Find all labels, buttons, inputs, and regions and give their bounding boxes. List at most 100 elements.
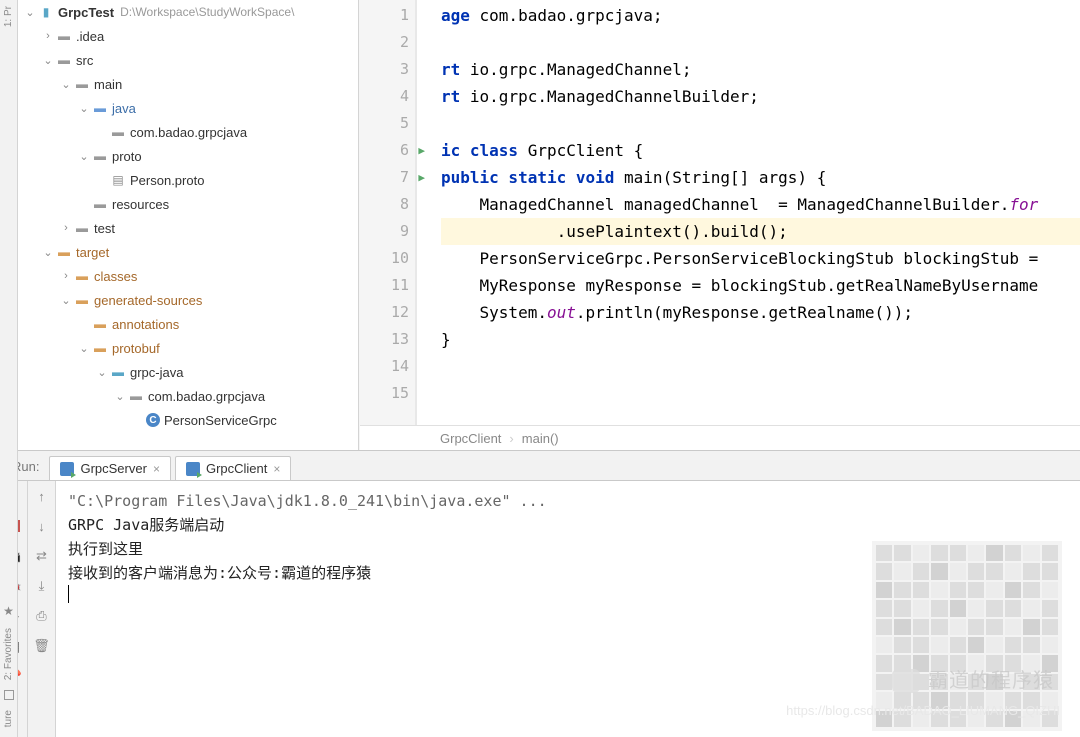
- tree-item[interactable]: ⌄ ▬ grpc-java: [18, 360, 358, 384]
- console-line[interactable]: "C:\Program Files\Java\jdk1.8.0_241\bin\…: [68, 489, 1068, 513]
- tree-item-label: Person.proto: [130, 173, 204, 188]
- chevron-down-icon[interactable]: ⌄: [22, 6, 38, 19]
- line-number[interactable]: 12: [359, 299, 409, 326]
- folder-icon: ▬: [110, 124, 126, 140]
- chevron-down-icon[interactable]: ⌄: [40, 54, 56, 67]
- chevron-down-icon[interactable]: ⌄: [58, 294, 74, 307]
- code-line[interactable]: [441, 110, 1080, 137]
- code-line[interactable]: rt io.grpc.ManagedChannelBuilder;: [441, 83, 1080, 110]
- tree-item[interactable]: ▬ annotations: [18, 312, 358, 336]
- line-number[interactable]: 3: [359, 56, 409, 83]
- left-toolwindow-bar[interactable]: 1: Pr: [0, 0, 18, 450]
- line-number[interactable]: 4: [359, 83, 409, 110]
- chevron-down-icon[interactable]: ⌄: [76, 342, 92, 355]
- down-stack-icon[interactable]: ↓: [33, 517, 51, 535]
- folder-icon: ▬: [74, 268, 90, 284]
- class-icon: C: [146, 413, 160, 427]
- project-tool-label[interactable]: 1: Pr: [3, 6, 14, 27]
- line-number[interactable]: 14: [359, 353, 409, 380]
- code-line[interactable]: ic class GrpcClient {: [441, 137, 1080, 164]
- tree-item[interactable]: › ▬ test: [18, 216, 358, 240]
- console-output[interactable]: "C:\Program Files\Java\jdk1.8.0_241\bin\…: [56, 481, 1080, 737]
- tree-item-label: target: [76, 245, 109, 260]
- tree-item[interactable]: ⌄ ▬ protobuf: [18, 336, 358, 360]
- tree-root-label: GrpcTest: [58, 5, 114, 20]
- folder-icon: ▬: [92, 316, 108, 332]
- tree-item[interactable]: C PersonServiceGrpc: [18, 408, 358, 432]
- line-number[interactable]: 9: [359, 218, 409, 245]
- run-gutter-icon[interactable]: ▶: [418, 137, 425, 164]
- tree-item[interactable]: ⌄ ▬ java: [18, 96, 358, 120]
- tree-item[interactable]: ▬ com.badao.grpcjava: [18, 120, 358, 144]
- tree-item[interactable]: ▬ resources: [18, 192, 358, 216]
- chevron-down-icon[interactable]: ⌄: [76, 102, 92, 115]
- line-number[interactable]: 11: [359, 272, 409, 299]
- code-line[interactable]: public static void main(String[] args) {: [441, 164, 1080, 191]
- run-tab-label: GrpcServer: [80, 461, 146, 476]
- favorites-star-icon[interactable]: ★: [3, 604, 14, 618]
- watermark-url: https://blog.csdn.net/BADAO_LIUMANG_QIZH…: [786, 699, 1060, 723]
- run-tab[interactable]: GrpcClient ×: [175, 456, 291, 480]
- line-number[interactable]: 10: [359, 245, 409, 272]
- close-icon[interactable]: ×: [273, 462, 280, 476]
- tree-item[interactable]: ⌄ ▬ main: [18, 72, 358, 96]
- close-icon[interactable]: ×: [153, 462, 160, 476]
- tree-item[interactable]: ⌄ ▬ target: [18, 240, 358, 264]
- console-line[interactable]: GRPC Java服务端启动: [68, 513, 1068, 537]
- code-line[interactable]: [441, 29, 1080, 56]
- clear-icon[interactable]: 🗑: [33, 637, 51, 655]
- tree-item-label: test: [94, 221, 115, 236]
- code-line[interactable]: }: [441, 326, 1080, 353]
- editor-content[interactable]: age com.badao.grpcjava; rt io.grpc.Manage…: [417, 0, 1080, 450]
- chevron-right-icon[interactable]: ›: [58, 222, 74, 234]
- tree-root[interactable]: ⌄ ▮ GrpcTest D:\Workspace\StudyWorkSpace…: [18, 0, 358, 24]
- code-line[interactable]: System.out.println(myResponse.getRealnam…: [441, 299, 1080, 326]
- tree-item[interactable]: ▤ Person.proto: [18, 168, 358, 192]
- code-line[interactable]: [441, 353, 1080, 380]
- scroll-end-icon[interactable]: ⤓: [33, 577, 51, 595]
- tree-item[interactable]: ⌄ ▬ proto: [18, 144, 358, 168]
- line-number[interactable]: 15: [359, 380, 409, 407]
- structure-label[interactable]: ture: [3, 710, 14, 727]
- code-line[interactable]: age com.badao.grpcjava;: [441, 2, 1080, 29]
- tree-item[interactable]: ⌄ ▬ com.badao.grpcjava: [18, 384, 358, 408]
- code-line[interactable]: rt io.grpc.ManagedChannel;: [441, 56, 1080, 83]
- tree-item[interactable]: › ▬ .idea: [18, 24, 358, 48]
- chevron-right-icon[interactable]: ›: [40, 30, 56, 42]
- run-gutter-icon[interactable]: ▶: [418, 164, 425, 191]
- breadcrumb-method[interactable]: main(): [522, 431, 559, 446]
- tree-item[interactable]: ⌄ ▬ src: [18, 48, 358, 72]
- structure-icon[interactable]: [4, 690, 14, 700]
- chevron-right-icon[interactable]: ›: [58, 270, 74, 282]
- chevron-down-icon[interactable]: ⌄: [112, 390, 128, 403]
- code-line[interactable]: .usePlaintext().build();: [441, 218, 1080, 245]
- breadcrumb-class[interactable]: GrpcClient: [440, 431, 501, 446]
- line-number[interactable]: 7▶: [359, 164, 409, 191]
- soft-wrap-icon[interactable]: ⇄: [33, 547, 51, 565]
- tree-item[interactable]: ⌄ ▬ generated-sources: [18, 288, 358, 312]
- code-editor[interactable]: 123456▶7▶89101112131415 age com.badao.gr…: [358, 0, 1080, 450]
- line-number[interactable]: 2: [359, 29, 409, 56]
- code-line[interactable]: MyResponse myResponse = blockingStub.get…: [441, 272, 1080, 299]
- chevron-down-icon[interactable]: ⌄: [94, 366, 110, 379]
- line-number[interactable]: 8: [359, 191, 409, 218]
- editor-breadcrumb[interactable]: GrpcClient › main(): [360, 425, 1080, 450]
- favorites-label[interactable]: 2: Favorites: [3, 628, 14, 680]
- chevron-down-icon[interactable]: ⌄: [76, 150, 92, 163]
- project-tree[interactable]: ⌄ ▮ GrpcTest D:\Workspace\StudyWorkSpace…: [18, 0, 358, 450]
- tree-item[interactable]: › ▬ classes: [18, 264, 358, 288]
- line-number[interactable]: 13: [359, 326, 409, 353]
- print-icon[interactable]: ⎙: [33, 607, 51, 625]
- run-tab[interactable]: GrpcServer ×: [49, 456, 170, 480]
- chevron-down-icon[interactable]: ⌄: [40, 246, 56, 259]
- code-line[interactable]: [441, 380, 1080, 407]
- code-line[interactable]: PersonServiceGrpc.PersonServiceBlockingS…: [441, 245, 1080, 272]
- line-number-gutter[interactable]: 123456▶7▶89101112131415: [359, 0, 417, 450]
- up-stack-icon[interactable]: ↑: [33, 487, 51, 505]
- line-number[interactable]: 1: [359, 2, 409, 29]
- code-line[interactable]: ManagedChannel managedChannel = ManagedC…: [441, 191, 1080, 218]
- left-bottom-toolbar[interactable]: ★ 2: Favorites ture: [0, 450, 18, 737]
- line-number[interactable]: 5: [359, 110, 409, 137]
- line-number[interactable]: 6▶: [359, 137, 409, 164]
- chevron-down-icon[interactable]: ⌄: [58, 78, 74, 91]
